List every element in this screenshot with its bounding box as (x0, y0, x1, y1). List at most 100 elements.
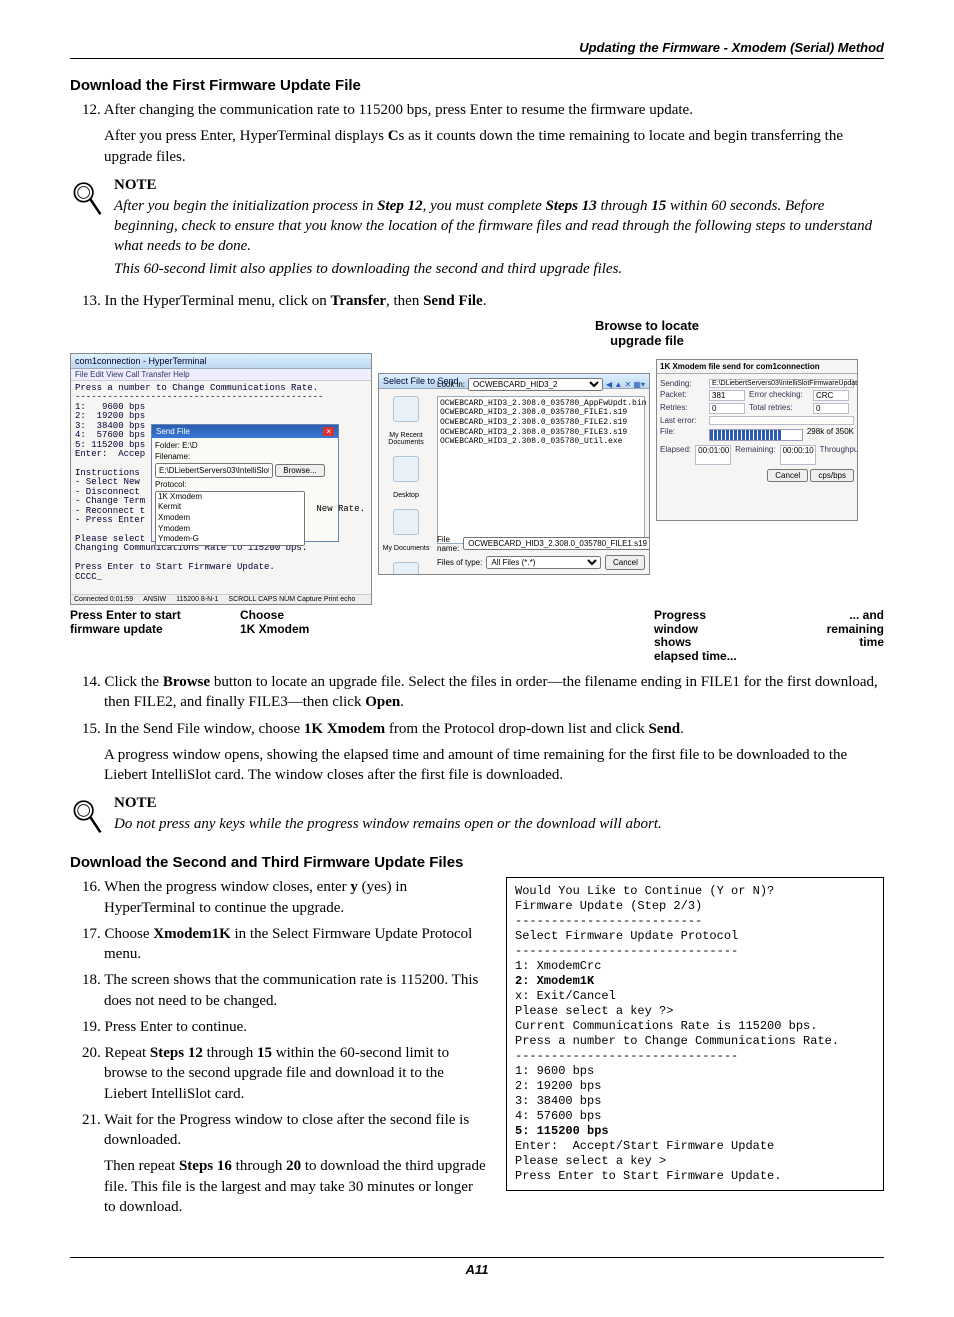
step-21-num: 21. (82, 1112, 101, 1128)
retries-label: Retries: (660, 403, 705, 414)
lookin-select[interactable]: OCWEBCARD_HID3_2 (468, 378, 603, 391)
totret-val: 0 (813, 403, 849, 414)
browse-button[interactable]: Browse... (275, 464, 324, 477)
status-flags: SCROLL CAPS NUM Capture Print echo (228, 596, 355, 603)
protocol-label: Protocol: (155, 480, 187, 489)
step-12-text: After changing the communication rate to… (104, 102, 693, 118)
step-21-text: Wait for the Progress window to close af… (104, 1112, 469, 1148)
protocol-select[interactable]: 1K Xmodem Kermit Xmodem Ymodem Ymodem-G … (155, 491, 305, 546)
places-sidebar[interactable]: My Recent Documents Desktop My Documents… (381, 396, 431, 575)
status-rate: 115200 8-N-1 (176, 596, 218, 603)
remain-val: 00:00:10 (780, 445, 816, 465)
step-17-num: 17. (82, 926, 101, 942)
note1-head: NOTE (114, 177, 884, 194)
step-20: 20. Repeat Steps 12 through 15 within th… (104, 1043, 488, 1104)
lasterr-val (709, 416, 854, 425)
progress-title: 1K Xmodem file send for com1connection (657, 360, 857, 374)
fig-lbl-d3: time (859, 635, 884, 649)
elapsed-label: Elapsed: (660, 445, 691, 465)
filename-combo[interactable]: OCWEBCARD_HID3_2.308.0_035780_FILE1.s19 (463, 537, 650, 550)
fig-lbl-d2: remaining (827, 622, 884, 636)
place-recent[interactable]: My Recent Documents (388, 432, 423, 446)
step-18-num: 18. (82, 972, 101, 988)
send-file-folder: Folder: E:\D (155, 441, 335, 450)
step-12: 12. After changing the communication rat… (104, 100, 884, 120)
note2-head: NOTE (114, 795, 884, 812)
step-13-num: 13. (82, 293, 101, 309)
file-item[interactable]: OCWEBCARD_HID3_2.308.0_035780_FILE2.s19 (440, 418, 642, 428)
step-19-num: 19. (82, 1019, 101, 1035)
fig-lbl-c1: Progress (654, 608, 706, 622)
step-15-cont: A progress window opens, showing the ela… (104, 745, 884, 786)
ht-menubar[interactable]: File Edit View Call Transfer Help (71, 369, 371, 381)
retries-val: 0 (709, 403, 745, 414)
hyperterminal-window: com1connection - HyperTerminal File Edit… (70, 353, 372, 605)
fig-lbl-b1: Choose (240, 608, 284, 622)
thru-label: Throughput: (820, 445, 858, 465)
file-item[interactable]: OCWEBCARD_HID3_2.308.0_035780_FILE3.s19 (440, 428, 642, 438)
status-term: ANSIW (143, 596, 166, 603)
ht-titlebar: com1connection - HyperTerminal (71, 354, 371, 369)
step-16: 16. When the progress window closes, ent… (104, 877, 488, 918)
file-item[interactable]: OCWEBCARD_HID3_2.308.0_035780_AppFwUpdt.… (440, 399, 646, 408)
step-18: 18. The screen shows that the communicat… (104, 970, 488, 1011)
file-list[interactable]: OCWEBCARD_HID3_2.308.0_035780_AppFwUpdt.… (437, 396, 645, 544)
place-desktop[interactable]: Desktop (393, 492, 419, 499)
filetype-label: Files of type: (437, 558, 482, 567)
file-item[interactable]: OCWEBCARD_HID3_2.308.0_035780_Util.exe (440, 437, 642, 447)
section2-heading: Download the Second and Third Firmware U… (70, 854, 884, 871)
note1-p2: This 60-second limit also applies to dow… (114, 259, 884, 279)
step-15-num: 15. (82, 721, 101, 737)
step-21: 21. Wait for the Progress window to clos… (104, 1110, 488, 1151)
step-21-cont: Then repeat Steps 16 through 20 to downl… (104, 1156, 488, 1217)
cancel-button[interactable]: Cancel (605, 555, 645, 570)
file-item[interactable]: OCWEBCARD_HID3_2.308.0_035780_FILE1.s19 (440, 408, 642, 418)
step-20-num: 20. (82, 1045, 101, 1061)
note2-text: Do not press any keys while the progress… (114, 814, 884, 834)
send-file-dialog: Send File× Folder: E:\D Filename: Browse… (151, 424, 339, 542)
page-number: A11 (70, 1257, 884, 1277)
fig-top-l1: Browse to locate (595, 318, 699, 333)
err-label: Error checking: (749, 390, 809, 401)
filename-label2: File name: (437, 535, 459, 553)
fig-lbl-a1: Press Enter to start (70, 608, 181, 622)
step-15: 15. In the Send File window, choose 1K X… (104, 719, 884, 739)
step-19: 19. Press Enter to continue. (104, 1017, 488, 1037)
note1-p1: After you begin the initialization proce… (114, 196, 884, 257)
step-19-text: Press Enter to continue. (105, 1019, 247, 1035)
progress-window: 1K Xmodem file send for com1connection S… (656, 359, 858, 521)
remain-label: Remaining: (735, 445, 775, 465)
file-val: 298k of 350K (807, 427, 854, 443)
section1-heading: Download the First Firmware Update File (70, 77, 884, 94)
ht-statusbar: Connected 0:01:59 ANSIW 115200 8-N-1 SCR… (71, 594, 371, 604)
sending-val: E:\DLiebertServers03\IntelliSlotFirmware… (709, 379, 854, 388)
select-file-dialog: Select File to Send Look in: OCWEBCARD_H… (378, 373, 650, 575)
step-14-num: 14. (82, 674, 101, 690)
magnifier-icon (70, 177, 106, 221)
packet-val: 381 (709, 390, 745, 401)
progress-cps-button[interactable]: cps/bps (810, 469, 854, 482)
place-docs[interactable]: My Documents (383, 545, 430, 552)
step-18-text: The screen shows that the communication … (104, 972, 478, 1008)
status-connected: Connected 0:01:59 (74, 596, 133, 603)
err-val: CRC (813, 390, 849, 401)
elapsed-val: 00:01:00 (695, 445, 731, 465)
new-rate-text: New Rate. (316, 504, 365, 514)
fig-lbl-c3: shows (654, 635, 691, 649)
filename-input[interactable] (155, 463, 273, 478)
file-label: File: (660, 427, 705, 443)
lasterr-label: Last error: (660, 416, 705, 425)
computer-icon (393, 562, 419, 575)
fig-lbl-c4: elapsed time... (654, 649, 737, 663)
folder-icon (393, 396, 419, 422)
fig-lbl-d1: ... and (849, 608, 884, 622)
fig-lbl-b2: 1K Xmodem (240, 622, 309, 636)
close-icon[interactable]: × (323, 427, 334, 436)
step-14: 14. Click the Browse button to locate an… (104, 672, 884, 713)
progress-bar (709, 429, 803, 441)
progress-cancel-button[interactable]: Cancel (767, 469, 808, 482)
lookin-label: Look in: (437, 380, 465, 389)
figure-screenshots: Browse to locate upgrade file com1connec… (70, 319, 884, 664)
filetype-combo[interactable]: All Files (*.*) (486, 556, 601, 569)
nav-icons[interactable]: ◀ ▲ ✕ ▦▾ (606, 380, 645, 389)
